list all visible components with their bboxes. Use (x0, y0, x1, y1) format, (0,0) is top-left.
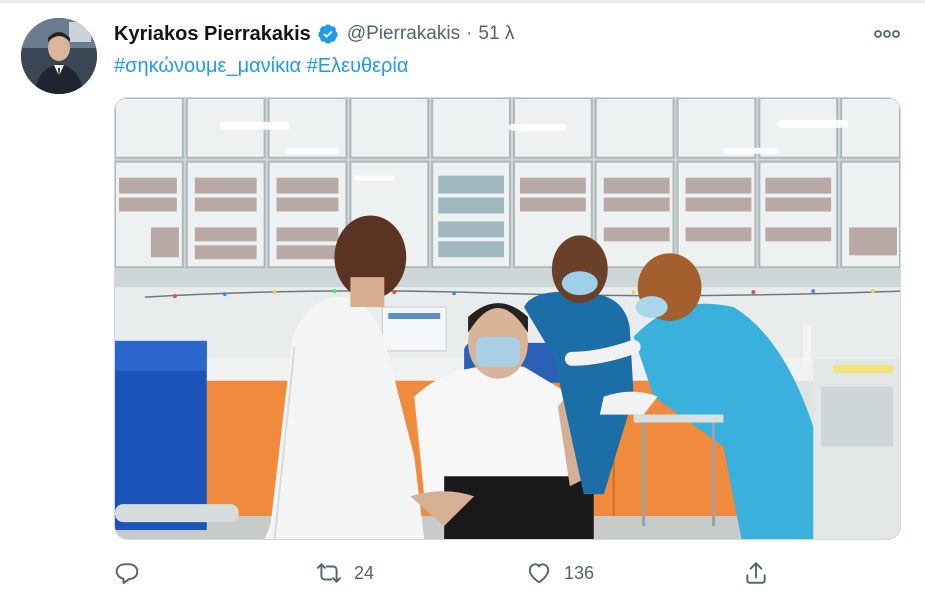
tweet-timestamp[interactable]: 51 λ (478, 23, 514, 45)
tweet-text: #σηκώνουμε_μανίκια #Ελευθερία (114, 52, 408, 80)
ellipsis-icon (874, 30, 900, 38)
like-button[interactable]: 136 (526, 556, 594, 590)
retweet-count: 24 (354, 562, 375, 583)
top-divider (0, 0, 925, 3)
author-avatar[interactable] (21, 18, 97, 94)
like-count: 136 (564, 562, 595, 583)
separator-dot: · (466, 23, 473, 44)
avatar-photo (21, 18, 97, 94)
retweet-icon (316, 563, 342, 583)
retweet-button[interactable]: 24 (316, 556, 374, 590)
tweet-photo[interactable] (114, 97, 901, 540)
share-icon (746, 562, 766, 584)
author-handle[interactable]: @Pierrakakis (347, 23, 460, 45)
vaccination-photo (115, 98, 900, 539)
hashtag-link[interactable]: #Ελευθερία (307, 55, 409, 77)
share-button[interactable] (743, 556, 769, 590)
tweet-actions: 24 136 (114, 556, 794, 590)
hashtag-link[interactable]: #σηκώνουμε_μανίκια (114, 55, 301, 77)
reply-icon (115, 563, 139, 585)
more-options-button[interactable] (870, 26, 904, 42)
heart-icon (528, 563, 550, 584)
verified-badge-icon (317, 23, 339, 45)
reply-button[interactable] (114, 556, 152, 590)
tweet-header: Kyriakos Pierrakakis @Pierrakakis · 51 λ (114, 20, 514, 48)
author-name[interactable]: Kyriakos Pierrakakis (114, 23, 311, 46)
